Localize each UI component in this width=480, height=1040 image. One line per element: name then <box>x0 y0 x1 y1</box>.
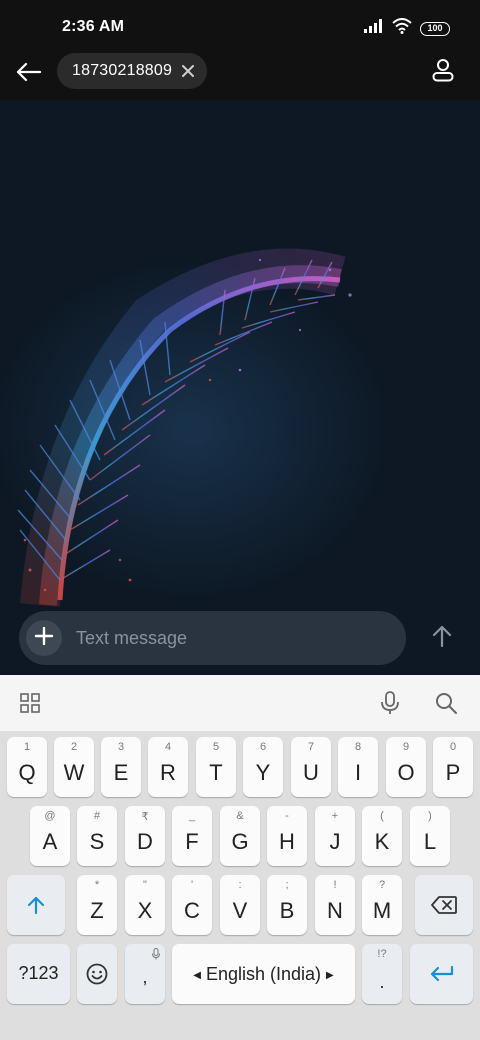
contact-icon <box>432 58 454 87</box>
enter-icon <box>410 944 473 1004</box>
send-button[interactable] <box>425 621 459 655</box>
space-key[interactable]: ◀ English (India) ▶ <box>172 944 355 1004</box>
compose-bar <box>19 611 406 665</box>
key-r[interactable]: 4R <box>148 737 188 797</box>
conversation-header: 18730218809 <box>0 53 480 100</box>
key-w[interactable]: 2W <box>54 737 94 797</box>
key-g[interactable]: & G <box>220 806 260 866</box>
period-key[interactable]: !? . <box>362 944 402 1004</box>
key-n[interactable]: ! N <box>315 875 355 935</box>
comma-key[interactable]: , <box>125 944 165 1004</box>
backspace-key[interactable] <box>415 875 473 935</box>
key-x[interactable]: " X <box>125 875 165 935</box>
wifi-icon <box>392 18 412 39</box>
feather-wallpaper <box>0 248 390 607</box>
key-p[interactable]: 0P <box>433 737 473 797</box>
key-u[interactable]: 7U <box>291 737 331 797</box>
key-v[interactable]: :V <box>220 875 260 935</box>
recipient-chip[interactable]: 18730218809 <box>57 53 207 89</box>
search-icon[interactable] <box>434 691 458 715</box>
key-l[interactable]: ) L <box>410 806 450 866</box>
recipient-number: 18730218809 <box>72 62 173 79</box>
back-arrow-icon <box>15 62 42 87</box>
add-attachment-button[interactable] <box>26 620 62 656</box>
close-icon[interactable] <box>179 62 197 80</box>
key-d[interactable]: ₹ D <box>125 806 165 866</box>
key-k[interactable]: (K <box>362 806 402 866</box>
backspace-icon <box>415 875 473 935</box>
key-q[interactable]: 1Q <box>7 737 47 797</box>
shift-key[interactable] <box>7 875 65 935</box>
message-input[interactable] <box>76 627 386 649</box>
microphone-icon[interactable] <box>378 691 402 715</box>
chevron-left-icon: ◀ <box>193 969 201 981</box>
key-s[interactable]: # S <box>77 806 117 866</box>
conversation-area <box>0 100 480 675</box>
plus-icon <box>34 626 54 650</box>
key-z[interactable]: * Z <box>77 875 117 935</box>
key-m[interactable]: ? M <box>362 875 402 935</box>
keyboard-toolbar <box>0 675 480 731</box>
key-e[interactable]: 3E <box>101 737 141 797</box>
keyboard: 1Q 2W 3E 4R 5T 6Y 7U 8I 9O 0P @ A # S ₹ D _… <box>0 731 480 1040</box>
key-a[interactable]: @ A <box>30 806 70 866</box>
key-c[interactable]: ' C <box>172 875 212 935</box>
space-language-label: English (India) <box>205 964 322 984</box>
microphone-icon <box>152 947 160 965</box>
key-f[interactable]: _ F <box>172 806 212 866</box>
back-button[interactable] <box>12 58 44 90</box>
emoji-key[interactable] <box>77 944 117 1004</box>
key-j[interactable]: + J <box>315 806 355 866</box>
send-arrow-icon <box>432 625 452 652</box>
key-t[interactable]: 5T <box>196 737 236 797</box>
shift-icon <box>7 875 65 935</box>
key-o[interactable]: 9O <box>386 737 426 797</box>
emoji-icon <box>77 944 117 1004</box>
signal-icon <box>364 19 384 38</box>
chevron-right-icon: ▶ <box>326 969 334 981</box>
key-b[interactable]: ; B <box>267 875 307 935</box>
key-i[interactable]: 8I <box>338 737 378 797</box>
key-y[interactable]: 6Y <box>243 737 283 797</box>
key-h[interactable]: -H <box>267 806 307 866</box>
status-icons: 100 <box>364 18 450 39</box>
enter-key[interactable] <box>410 944 473 1004</box>
messaging-screen: 2:36 AM 100 18730218809 Text message 1 Q… <box>0 0 480 1040</box>
status-bar: 2:36 AM 100 <box>0 0 480 54</box>
symbols-key[interactable]: ?123 <box>7 944 70 1004</box>
status-time: 2:36 AM <box>62 18 125 35</box>
contact-button[interactable] <box>428 57 458 87</box>
battery-icon: 100 <box>420 21 450 36</box>
apps-grid-icon[interactable] <box>18 691 42 715</box>
